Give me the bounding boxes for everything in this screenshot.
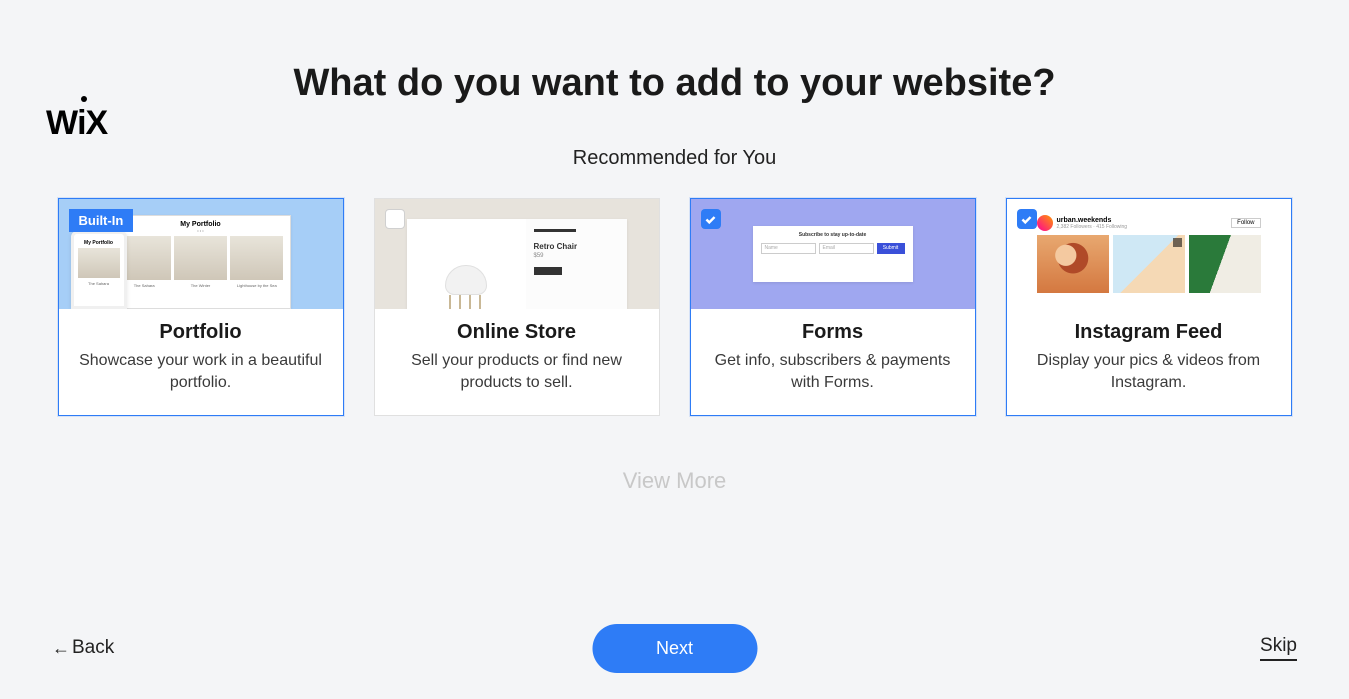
wix-logo: WiX — [46, 104, 107, 143]
avatar-icon — [1037, 215, 1053, 231]
card-preview: Subscribe to stay up-to-date Name Email … — [691, 199, 975, 309]
view-more-link[interactable]: View More — [0, 468, 1349, 494]
card-title: Forms — [709, 321, 957, 344]
next-button[interactable]: Next — [592, 624, 757, 673]
page-subtitle: Recommended for You — [0, 147, 1349, 170]
card-title: Instagram Feed — [1025, 321, 1273, 344]
back-button[interactable]: ←Back — [52, 637, 114, 659]
card-title: Online Store — [393, 321, 641, 344]
checkbox-checked-icon[interactable] — [1017, 209, 1037, 229]
card-desc: Showcase your work in a beautiful portfo… — [77, 350, 325, 395]
card-desc: Get info, subscribers & payments with Fo… — [709, 350, 957, 395]
page-title: What do you want to add to your website? — [0, 62, 1349, 105]
card-desc: Display your pics & videos from Instagra… — [1025, 350, 1273, 395]
card-preview: urban.weekends 2,382 Followers · 415 Fol… — [1007, 199, 1291, 309]
card-desc: Sell your products or find new products … — [393, 350, 641, 395]
preview-subtitle: • • • — [118, 228, 284, 233]
card-forms[interactable]: Subscribe to stay up-to-date Name Email … — [690, 198, 976, 416]
feature-cards: Built-In My Portfolio • • • The Sahara T… — [0, 198, 1349, 416]
preview-title: My Portfolio — [118, 221, 284, 228]
card-title: Portfolio — [77, 321, 325, 344]
checkbox-checked-icon[interactable] — [701, 209, 721, 229]
card-portfolio[interactable]: Built-In My Portfolio • • • The Sahara T… — [58, 198, 344, 416]
card-online-store[interactable]: Retro Chair $59 Online Store Sell your p… — [374, 198, 660, 416]
arrow-left-icon: ← — [52, 638, 70, 659]
builtin-badge: Built-In — [69, 209, 134, 232]
card-preview: Retro Chair $59 — [375, 199, 659, 309]
skip-button[interactable]: Skip — [1260, 635, 1297, 661]
checkbox-unchecked-icon[interactable] — [385, 209, 405, 229]
card-instagram-feed[interactable]: urban.weekends 2,382 Followers · 415 Fol… — [1006, 198, 1292, 416]
